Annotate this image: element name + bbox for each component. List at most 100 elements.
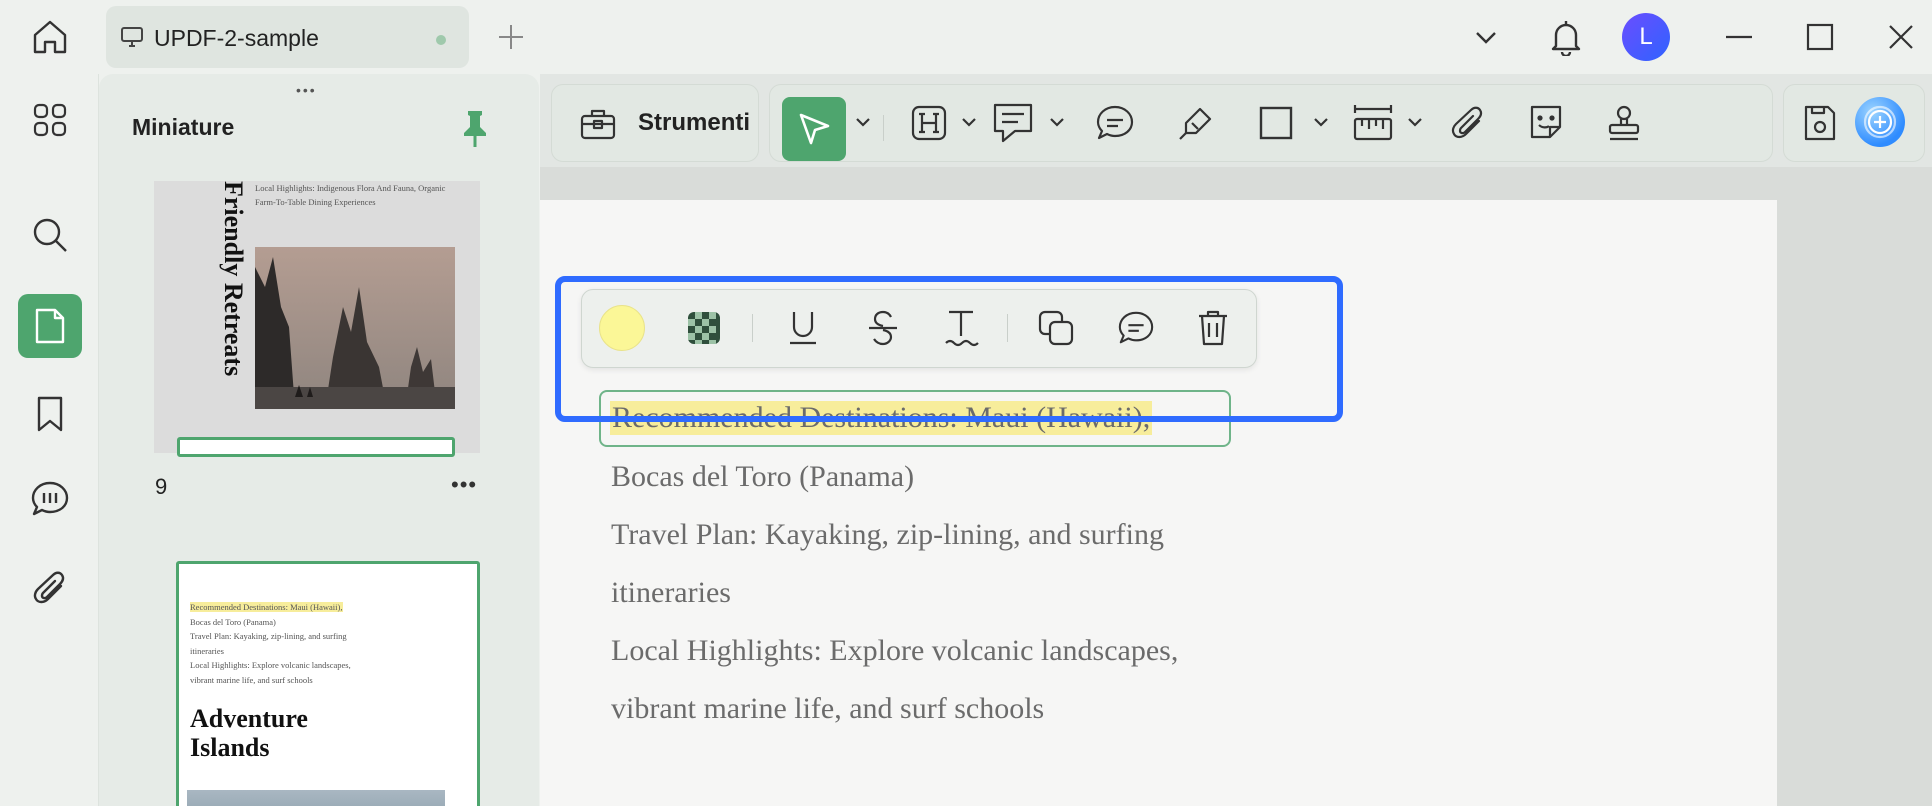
- rail-comments-button[interactable]: [18, 467, 82, 531]
- rail-bookmarks-button[interactable]: [18, 382, 82, 446]
- attach-file-tool-button[interactable]: [1440, 95, 1496, 151]
- checkerboard-icon: [688, 312, 720, 344]
- stamp-icon: [1608, 105, 1640, 141]
- comment-icon: [31, 481, 69, 516]
- text-comment-icon: [993, 103, 1033, 143]
- strikethrough-icon: [869, 310, 897, 346]
- rectangle-tool-button[interactable]: [1248, 95, 1304, 151]
- copy-icon: [1038, 310, 1074, 346]
- paperclip-icon: [33, 571, 65, 604]
- sticker-icon: [1530, 105, 1562, 139]
- save-icon: [1804, 105, 1836, 141]
- maximize-button[interactable]: [1797, 14, 1843, 60]
- thumbnail-page-9[interactable]: Friendly Retreats Local Highlights: Indi…: [154, 181, 480, 457]
- minimize-button[interactable]: [1716, 14, 1762, 60]
- document-text-line: Bocas del Toro (Panama): [611, 460, 915, 493]
- thumbnail-line: Recommended Destinations: Maui (Hawaii),: [190, 602, 343, 612]
- toolbar-separator: [1007, 314, 1008, 342]
- squiggly-icon: [945, 310, 979, 347]
- measure-tool-button[interactable]: [1345, 95, 1401, 151]
- thumbnail-page-10[interactable]: Recommended Destinations: Maui (Hawaii),…: [176, 561, 480, 806]
- squiggly-button[interactable]: [933, 300, 989, 356]
- highlight-color-button[interactable]: [594, 300, 650, 356]
- stamp-tool-button[interactable]: [1596, 95, 1652, 151]
- user-avatar[interactable]: L: [1622, 13, 1670, 61]
- thumbnail-line: vibrant marine life, and surf schools: [190, 674, 313, 685]
- left-rail: [0, 74, 99, 806]
- bell-icon: [1551, 21, 1581, 56]
- rail-search-button[interactable]: [18, 203, 82, 267]
- add-comment-button[interactable]: [1108, 300, 1164, 356]
- chevron-down-icon[interactable]: [960, 113, 978, 131]
- thumbnail-line: itineraries: [190, 645, 224, 656]
- save-button[interactable]: [1792, 95, 1848, 151]
- toolbar-separator: [883, 115, 884, 141]
- speech-icon: [1118, 311, 1154, 344]
- toolbar-separator: [752, 314, 753, 342]
- thumbnail-caption: Local Highlights: Indigenous Flora And F…: [255, 183, 446, 207]
- pin-panel-button[interactable]: [457, 108, 493, 150]
- tools-label: Strumenti: [638, 109, 751, 136]
- rectangle-icon: [1259, 106, 1293, 140]
- strikethrough-button[interactable]: [855, 300, 911, 356]
- resize-handle[interactable]: •••: [296, 82, 317, 98]
- highlight-options-toolbar: [581, 289, 1257, 368]
- document-text-line: vibrant marine life, and surf schools: [611, 692, 1045, 725]
- pen-tool-button[interactable]: [1168, 95, 1224, 151]
- tabs-dropdown-button[interactable]: [1463, 14, 1509, 60]
- thumbnail-photo: [187, 790, 445, 806]
- cursor-icon: [799, 113, 830, 145]
- notifications-button[interactable]: [1543, 14, 1589, 60]
- rail-thumbnails-button[interactable]: [18, 294, 82, 358]
- ai-assistant-button[interactable]: [1855, 97, 1905, 147]
- pen-icon: [1179, 107, 1212, 140]
- chevron-down-icon[interactable]: [1312, 113, 1330, 131]
- delete-annotation-button[interactable]: [1185, 300, 1241, 356]
- select-tool-button[interactable]: [782, 97, 846, 161]
- tab-title: UPDF-2-sample: [154, 25, 319, 51]
- tools-button[interactable]: Strumenti: [551, 84, 759, 162]
- minimize-icon: [1726, 35, 1752, 39]
- heading-icon: [911, 105, 947, 141]
- toolbox-icon: [570, 95, 626, 151]
- close-window-button[interactable]: [1878, 14, 1924, 60]
- bookmark-icon: [37, 396, 63, 432]
- heading-tool-button[interactable]: [901, 95, 957, 151]
- monitor-icon: [120, 26, 144, 48]
- comment-tool-button[interactable]: [1087, 95, 1143, 151]
- rail-attachments-button[interactable]: [18, 556, 82, 620]
- rail-organize-button[interactable]: [18, 88, 82, 152]
- chevron-down-icon[interactable]: [1048, 113, 1066, 131]
- chevron-down-icon[interactable]: [1406, 113, 1424, 131]
- unsaved-dot: [436, 35, 446, 45]
- grid-icon: [33, 103, 67, 137]
- copy-button[interactable]: [1028, 300, 1084, 356]
- home-button[interactable]: [24, 14, 76, 60]
- thumbnail-panel: ••• Miniature Friendly Retreats Local Hi…: [99, 74, 539, 806]
- annotation-toolbar: [769, 84, 1773, 162]
- document-tab[interactable]: UPDF-2-sample: [106, 6, 469, 68]
- opacity-button[interactable]: [676, 300, 732, 356]
- home-icon: [33, 20, 67, 54]
- new-tab-button[interactable]: [493, 19, 529, 55]
- paperclip-icon: [1451, 106, 1483, 139]
- plus-icon: [499, 25, 523, 49]
- chevron-down-icon: [1476, 32, 1496, 44]
- thumbnail-selection-bar: [177, 437, 455, 457]
- color-swatch: [599, 305, 645, 351]
- main-area: Strumenti Recommended Destinations: Maui…: [540, 74, 1932, 806]
- thumbnail-line: Travel Plan: Kayaking, zip-lining, and s…: [190, 631, 347, 641]
- thumbnail-line: Local Highlights: Explore volcanic lands…: [190, 660, 351, 670]
- ruler-icon: [1353, 105, 1393, 141]
- underline-button[interactable]: [775, 300, 831, 356]
- speech-icon: [1096, 105, 1134, 140]
- sticker-tool-button[interactable]: [1518, 95, 1574, 151]
- text-comment-tool-button[interactable]: [985, 95, 1041, 151]
- thumbnail-more-button[interactable]: •••: [451, 472, 477, 498]
- close-icon: [1889, 25, 1913, 49]
- chevron-down-icon[interactable]: [854, 113, 872, 131]
- document-viewport[interactable]: Recommended Destinations: Maui (Hawaii),…: [540, 167, 1932, 806]
- underline-icon: [790, 312, 816, 345]
- trash-icon: [1199, 310, 1227, 346]
- panel-title: Miniature: [132, 114, 235, 140]
